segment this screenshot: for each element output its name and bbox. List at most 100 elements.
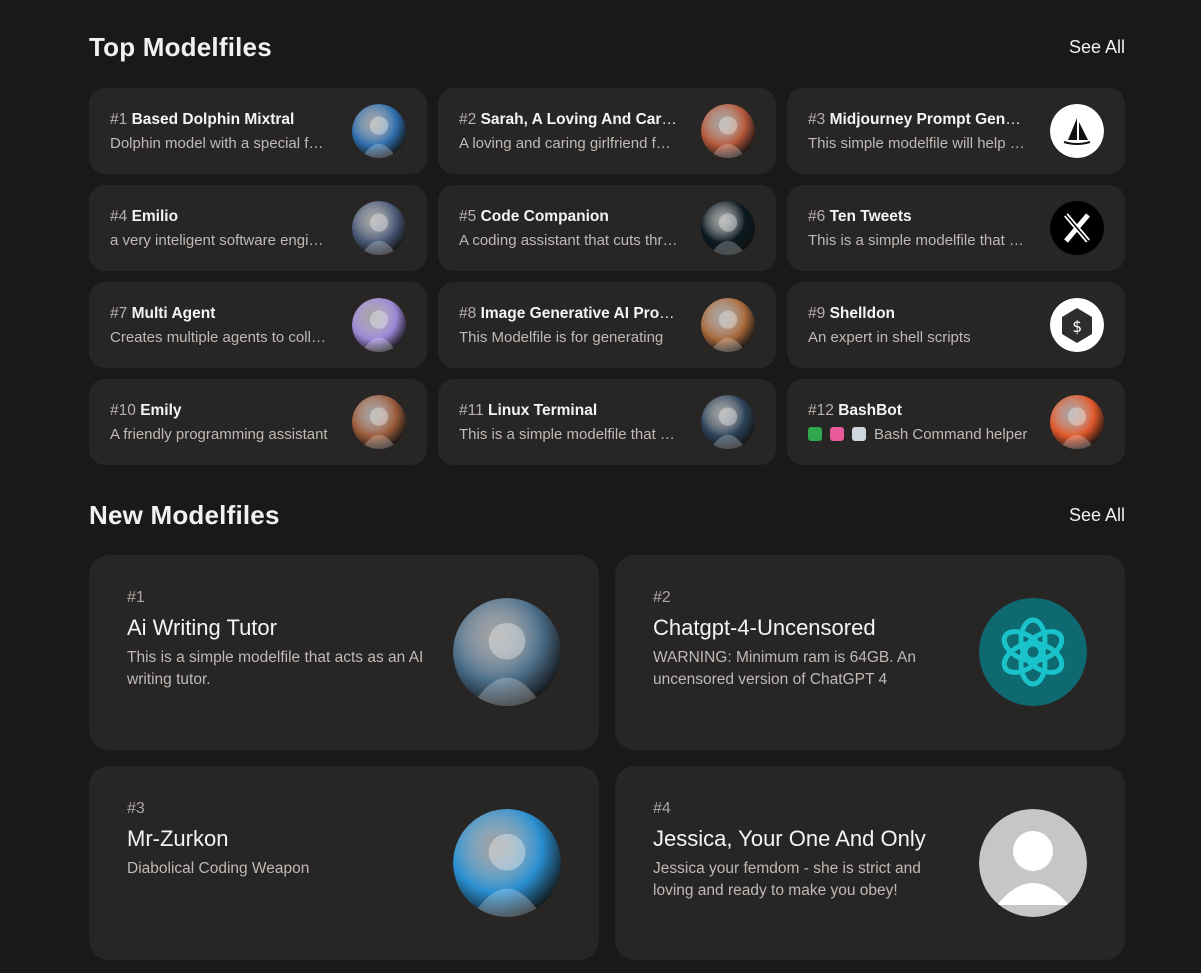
top-card-rank: #9	[808, 304, 826, 322]
new-modelfiles-title: New Modelfiles	[89, 500, 280, 530]
new-card-title: Mr-Zurkon	[127, 826, 229, 851]
top-card-description-text: A coding assistant that cuts through	[459, 231, 679, 249]
top-card-description-text: Creates multiple agents to collaborate	[110, 328, 330, 346]
top-card-title: #11 Linux Terminal	[459, 402, 679, 420]
top-card-rank: #11	[459, 401, 484, 419]
top-modelfiles-header: Top Modelfiles See All	[89, 32, 1125, 63]
new-card-title: Chatgpt-4-Uncensored	[653, 615, 876, 640]
top-card-description: A friendly programming assistant	[110, 426, 330, 443]
new-card-rank: #1	[127, 589, 145, 606]
top-card-rank: #5	[459, 207, 477, 225]
top-card-description-text: A friendly programming assistant	[110, 425, 328, 443]
top-modelfiles-grid: #1 Based Dolphin Mixtral Dolphin model w…	[89, 88, 1125, 465]
top-card-title: #7 Multi Agent	[110, 305, 330, 323]
top-modelfile-card[interactable]: #2 Sarah, A Loving And Caring Girlfriend…	[438, 88, 776, 174]
top-card-rank: #2	[459, 110, 477, 128]
top-card-text: #8 Image Generative AI Prompt This Model…	[459, 305, 679, 346]
top-modelfile-card[interactable]: #5 Code Companion A coding assistant tha…	[438, 185, 776, 271]
top-card-text: #10 Emily A friendly programming assista…	[110, 402, 330, 443]
new-see-all-link[interactable]: See All	[1069, 505, 1125, 526]
fire-terminal-icon	[1050, 395, 1104, 449]
top-card-name: Multi Agent	[131, 304, 216, 322]
emoji-icon	[830, 426, 844, 441]
top-card-name: Ten Tweets	[829, 207, 912, 225]
top-card-description-text: Bash Command helper	[874, 425, 1028, 443]
man-avatar-icon	[352, 201, 406, 255]
top-card-rank: #10	[110, 401, 136, 419]
top-card-rank: #7	[110, 304, 128, 322]
computer-desk-icon	[701, 395, 755, 449]
new-modelfiles-header: New Modelfiles See All	[89, 500, 1125, 531]
top-card-name: Linux Terminal	[488, 401, 598, 419]
top-card-name: Midjourney Prompt Generator	[829, 110, 1028, 128]
top-see-all-link[interactable]: See All	[1069, 37, 1125, 58]
top-card-text: #11 Linux Terminal This is a simple mode…	[459, 402, 679, 443]
top-modelfile-card[interactable]: #7 Multi Agent Creates multiple agents t…	[89, 282, 427, 368]
new-card-title: Jessica, Your One And Only	[653, 826, 926, 851]
top-card-description: This Modelfile is for generating	[459, 329, 679, 346]
new-card-rank: #3	[127, 800, 145, 817]
new-modelfile-card[interactable]: #3 Mr-Zurkon Diabolical Coding Weapon	[89, 766, 599, 960]
circuit-face-icon	[701, 201, 755, 255]
new-card-description: This is a simple modelfile that acts as …	[127, 649, 424, 688]
top-card-title: #4 Emilio	[110, 208, 330, 226]
top-modelfile-card[interactable]: #8 Image Generative AI Prompt This Model…	[438, 282, 776, 368]
top-card-name: BashBot	[838, 401, 902, 419]
openai-logo-icon	[979, 598, 1087, 706]
sailboat-icon	[1050, 104, 1104, 158]
top-card-text: #1 Based Dolphin Mixtral Dolphin model w…	[110, 111, 330, 152]
top-card-description: a very inteligent software engineer	[110, 232, 330, 249]
robot-avatar-icon	[352, 104, 406, 158]
top-card-name: Image Generative AI Prompt	[480, 304, 679, 322]
evil-robot-icon	[453, 809, 561, 917]
top-card-text: #9 Shelldon An expert in shell scripts	[808, 305, 1028, 346]
top-card-title: #12 BashBot	[808, 402, 1028, 420]
top-modelfile-card[interactable]: #4 Emilio a very inteligent software eng…	[89, 185, 427, 271]
top-modelfile-card[interactable]: #11 Linux Terminal This is a simple mode…	[438, 379, 776, 465]
top-card-name: Sarah, A Loving And Caring Girlfriend	[480, 110, 679, 128]
new-modelfile-card[interactable]: #4 Jessica, Your One And Only Jessica yo…	[615, 766, 1125, 960]
top-modelfile-card[interactable]: #10 Emily A friendly programming assista…	[89, 379, 427, 465]
top-card-rank: #8	[459, 304, 477, 322]
new-card-title: Ai Writing Tutor	[127, 615, 277, 640]
top-card-rank: #4	[110, 207, 128, 225]
top-modelfile-card[interactable]: #9 Shelldon An expert in shell scripts $	[787, 282, 1125, 368]
top-modelfile-card[interactable]: #1 Based Dolphin Mixtral Dolphin model w…	[89, 88, 427, 174]
anime-girl-icon	[352, 395, 406, 449]
top-card-description: Dolphin model with a special focus	[110, 135, 330, 152]
new-modelfile-card[interactable]: #2 Chatgpt-4-Uncensored WARNING: Minimum…	[615, 555, 1125, 750]
top-card-title: #6 Ten Tweets	[808, 208, 1028, 226]
robot-face-icon	[352, 298, 406, 352]
top-modelfile-card[interactable]: #12 BashBot Bash Command helper	[787, 379, 1125, 465]
top-modelfile-card[interactable]: #3 Midjourney Prompt Generator This simp…	[787, 88, 1125, 174]
top-modelfile-card[interactable]: #6 Ten Tweets This is a simple modelfile…	[787, 185, 1125, 271]
new-card-description: Diabolical Coding Weapon	[127, 860, 310, 877]
top-card-title: #1 Based Dolphin Mixtral	[110, 111, 330, 129]
top-card-description-text: A loving and caring girlfriend for you	[459, 134, 679, 152]
top-card-description-text: This Modelfile is for generating	[459, 328, 664, 346]
top-card-text: #5 Code Companion A coding assistant tha…	[459, 208, 679, 249]
top-card-title: #10 Emily	[110, 402, 330, 420]
top-card-text: #4 Emilio a very inteligent software eng…	[110, 208, 330, 249]
top-card-description: Creates multiple agents to collaborate	[110, 329, 330, 346]
top-card-title: #2 Sarah, A Loving And Caring Girlfriend	[459, 111, 679, 129]
top-card-description: A coding assistant that cuts through	[459, 232, 679, 249]
top-card-name: Shelldon	[829, 304, 896, 322]
top-card-name: Code Companion	[480, 207, 609, 225]
woman-avatar-icon	[701, 104, 755, 158]
new-card-rank: #2	[653, 589, 671, 606]
robot-writer-icon	[453, 598, 561, 706]
new-card-rank: #4	[653, 800, 671, 817]
new-modelfiles-grid: #1 Ai Writing Tutor This is a simple mod…	[89, 555, 1125, 960]
top-card-description-text: This is a simple modelfile that writes	[808, 231, 1028, 249]
top-card-text: #3 Midjourney Prompt Generator This simp…	[808, 111, 1028, 152]
svg-text:$: $	[1072, 317, 1082, 336]
cactus-robot-icon	[701, 298, 755, 352]
top-card-description: This is a simple modelfile that writes	[808, 232, 1028, 249]
top-card-description: Bash Command helper	[808, 426, 1028, 443]
top-card-text: #7 Multi Agent Creates multiple agents t…	[110, 305, 330, 346]
top-card-description-text: This is a simple modelfile that acts	[459, 425, 679, 443]
top-card-name: Emily	[140, 401, 182, 419]
top-card-text: #6 Ten Tweets This is a simple modelfile…	[808, 208, 1028, 249]
new-modelfile-card[interactable]: #1 Ai Writing Tutor This is a simple mod…	[89, 555, 599, 750]
